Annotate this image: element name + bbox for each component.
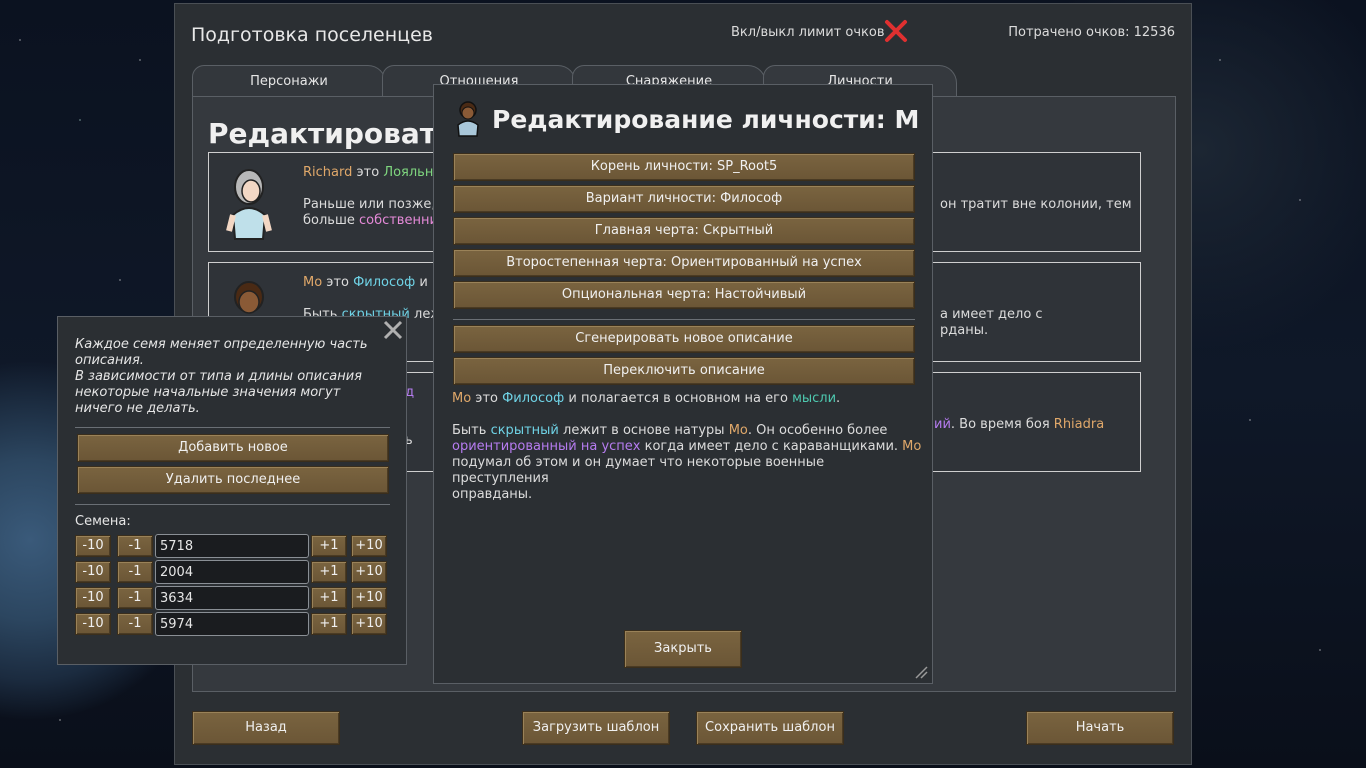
window-title: Подготовка поселенцев [191,24,433,46]
persona-summary: Мо это Философ и полагается в основном н… [452,391,841,406]
close-button[interactable]: Закрыть [624,630,742,668]
divider [75,504,390,505]
pawn-name: Мо [303,275,323,290]
point-limit-toggle-icon[interactable] [883,18,909,44]
generate-description-button[interactable]: Сгенерировать новое описание [453,325,915,353]
seeds-label: Семена: [75,514,131,529]
seed-minus1-button[interactable]: -1 [117,561,153,583]
seed-plus10-button[interactable]: +10 [351,613,387,635]
seed-minus1-button[interactable]: -1 [117,535,153,557]
persona-variant-button[interactable]: Вариант личности: Философ [453,185,915,213]
seed-help-text: Каждое семя меняет определенную часть оп… [75,337,368,416]
seed-minus10-button[interactable]: -10 [75,613,111,635]
seed-input[interactable] [155,560,309,584]
point-limit-label: Вкл/выкл лимит очков [731,25,885,40]
resize-grip-icon[interactable] [914,665,928,679]
save-template-button[interactable]: Сохранить шаблон [696,711,844,745]
seed-plus1-button[interactable]: +1 [311,535,347,557]
toggle-description-button[interactable]: Переключить описание [453,357,915,385]
persona-description: Быть скрытный лежит в основе натуры Мо. … [452,423,922,502]
pawn-portrait [226,169,272,240]
seed-dialog: Каждое семя меняет определенную часть оп… [57,316,407,665]
seed-input[interactable] [155,534,309,558]
seed-minus10-button[interactable]: -10 [75,535,111,557]
seed-minus10-button[interactable]: -10 [75,561,111,583]
seed-plus10-button[interactable]: +10 [351,587,387,609]
load-template-button[interactable]: Загрузить шаблон [522,711,670,745]
seed-minus1-button[interactable]: -1 [117,587,153,609]
start-button[interactable]: Начать [1026,711,1174,745]
persona-dialog-title: Редактирование личности: Мо [492,105,920,134]
seed-minus1-button[interactable]: -1 [117,613,153,635]
pawn-name: Richard [303,165,353,180]
add-seed-button[interactable]: Добавить новое [77,434,389,462]
main-trait-button[interactable]: Главная черта: Скрытный [453,217,915,245]
persona-root-button[interactable]: Корень личности: SP_Root5 [453,153,915,181]
panel-heading: Редактироват [208,117,436,150]
divider [453,319,915,320]
tab-characters[interactable]: Персонажи [192,65,386,99]
secondary-trait-button[interactable]: Второстепенная черта: Ориентированный на… [453,249,915,277]
card-text: а имеет дело с [940,307,1043,322]
back-button[interactable]: Назад [192,711,340,745]
seed-plus10-button[interactable]: +10 [351,561,387,583]
seed-input[interactable] [155,612,309,636]
card-text: он тратит вне колонии, тем [940,197,1132,212]
remove-last-seed-button[interactable]: Удалить последнее [77,466,389,494]
seed-plus10-button[interactable]: +10 [351,535,387,557]
seed-plus1-button[interactable]: +1 [311,587,347,609]
seed-input[interactable] [155,586,309,610]
pawn-head-icon [457,101,479,137]
seed-plus1-button[interactable]: +1 [311,561,347,583]
optional-trait-button[interactable]: Опциональная черта: Настойчивый [453,281,915,309]
card-text: рданы. [940,323,989,338]
divider [75,427,390,428]
points-spent: Потрачено очков: 12536 [1008,25,1175,40]
persona-edit-dialog: Редактирование личности: Мо Корень лично… [433,84,933,684]
card-text: Раньше или позже, [303,197,436,212]
seed-plus1-button[interactable]: +1 [311,613,347,635]
seed-minus10-button[interactable]: -10 [75,587,111,609]
close-icon[interactable] [382,319,404,341]
